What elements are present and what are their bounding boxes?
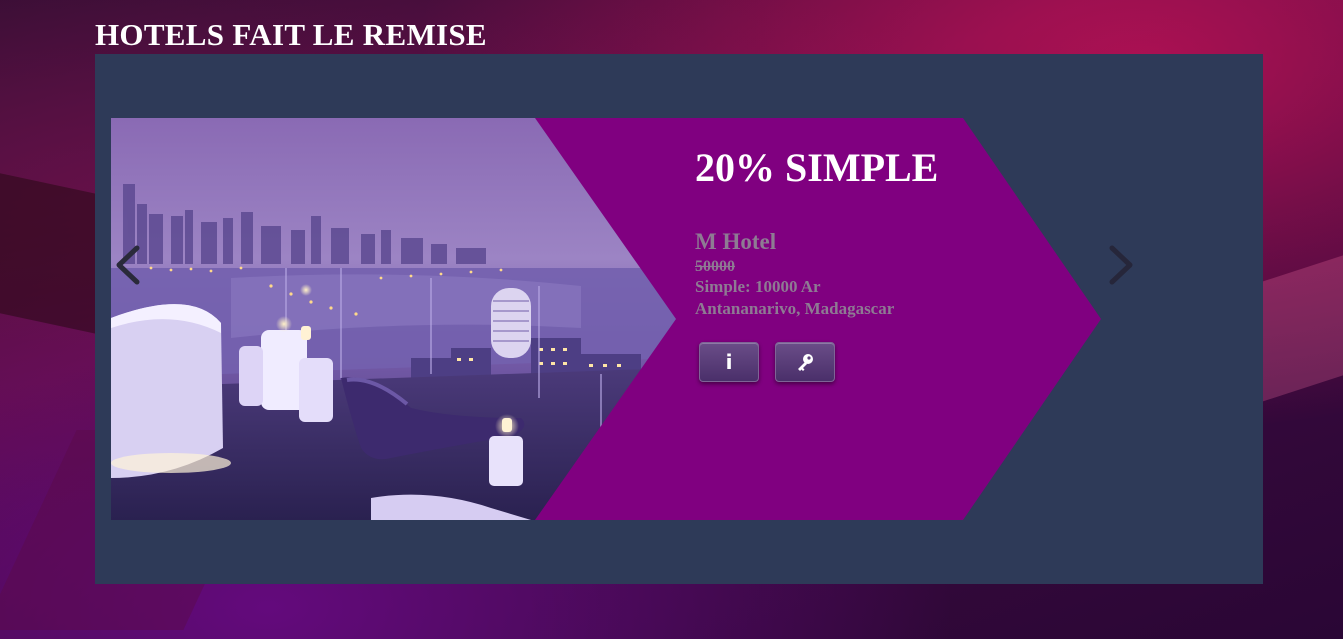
original-price: 50000 <box>695 258 735 275</box>
background-decor <box>0 173 110 337</box>
chevron-left-icon <box>116 245 140 285</box>
background-decor <box>1253 255 1343 405</box>
key-icon <box>798 354 813 372</box>
book-button[interactable] <box>775 342 835 383</box>
hotel-carousel: 20% SIMPLE M Hotel 50000 Simple: 10000 A… <box>95 54 1263 584</box>
carousel-next-button[interactable] <box>1100 240 1140 290</box>
hotel-name: M Hotel <box>695 229 777 254</box>
hotel-location: Antananarivo, Madagascar <box>695 299 895 319</box>
carousel-prev-button[interactable] <box>111 240 151 290</box>
action-buttons: i <box>695 342 1015 383</box>
chevron-right-icon <box>1109 245 1133 285</box>
info-icon: i <box>725 350 733 375</box>
discount-label: 20% SIMPLE <box>695 145 939 190</box>
room-price: Simple: 10000 Ar <box>695 277 821 297</box>
info-button[interactable]: i <box>699 342 759 383</box>
offer-details: 20% SIMPLE M Hotel 50000 Simple: 10000 A… <box>695 145 1015 383</box>
page-title: HOTELS FAIT LE REMISE <box>95 17 487 52</box>
carousel-slide: 20% SIMPLE M Hotel 50000 Simple: 10000 A… <box>111 118 1111 520</box>
